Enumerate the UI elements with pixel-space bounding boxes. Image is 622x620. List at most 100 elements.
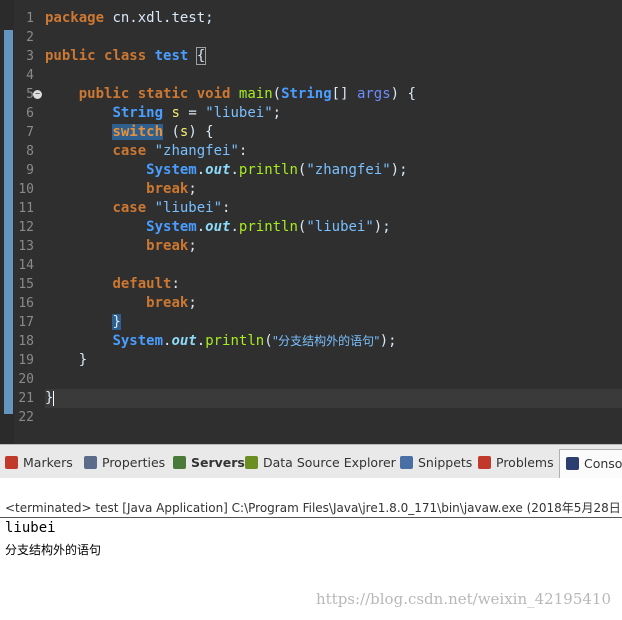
tab-markers[interactable]: Markers xyxy=(5,453,73,473)
line-number: 18 xyxy=(18,334,34,349)
code-token: System xyxy=(146,162,197,178)
line-number: 6 xyxy=(26,106,34,121)
line-number: 2 xyxy=(26,30,34,45)
data-source-icon xyxy=(245,456,258,469)
code-token: break xyxy=(146,238,189,254)
code-token: = xyxy=(179,105,206,121)
console-output-line: 分支结构外的语句 xyxy=(5,543,102,557)
code-line: switch (s) { xyxy=(45,123,622,142)
tab-console[interactable]: Console xyxy=(559,449,622,478)
problems-icon xyxy=(478,456,491,469)
line-number: 12 xyxy=(18,220,34,235)
change-marker-strip xyxy=(4,30,13,414)
tab-label: Servers xyxy=(191,455,245,470)
fold-collapse-icon[interactable]: − xyxy=(33,90,42,99)
tab-label: Properties xyxy=(102,455,166,470)
code-token: "分支结构外的语句" xyxy=(272,334,380,348)
line-number: 8 xyxy=(26,144,34,159)
tab-label: Snippets xyxy=(418,455,473,470)
line-number: 5 xyxy=(26,87,34,102)
tab-label: Data Source Explorer xyxy=(263,455,396,470)
code-token: "liubei" xyxy=(205,105,273,121)
bottom-view-tabs: Markers Properties Servers Data Source Expl… xyxy=(0,444,622,478)
code-line: public class test { xyxy=(45,47,622,66)
line-number: 20 xyxy=(18,372,34,387)
code-line: package cn.xdl.test; xyxy=(45,9,622,28)
code-token: switch xyxy=(112,124,164,140)
tab-servers[interactable]: Servers xyxy=(173,453,245,473)
line-number: 17 xyxy=(18,315,34,330)
code-token: : xyxy=(222,200,231,216)
code-token: : xyxy=(238,143,248,159)
code-token: ( xyxy=(272,86,282,102)
code-line: break; xyxy=(45,294,622,313)
code-token: "liubei" xyxy=(306,219,374,235)
code-token: args xyxy=(356,86,391,102)
console-view[interactable]: <terminated> test [Java Application] C:\… xyxy=(0,478,622,620)
code-token: . xyxy=(196,333,206,349)
code-token: test xyxy=(154,48,189,64)
code-line: System.out.println("liubei"); xyxy=(45,218,622,237)
line-number: 21 xyxy=(18,391,34,406)
code-token: cn.xdl.test; xyxy=(104,10,214,26)
code-token: out xyxy=(205,219,231,235)
code-token: public xyxy=(45,48,96,64)
code-token: "liubei" xyxy=(154,200,223,216)
code-token: case xyxy=(112,200,147,216)
code-token: : xyxy=(171,276,180,292)
code-line: break; xyxy=(45,180,622,199)
tab-data-source-explorer[interactable]: Data Source Explorer xyxy=(245,453,396,473)
code-token: "zhangfei" xyxy=(306,162,391,178)
code-editor[interactable]: 1 2 3 4 5 6 7 8 9 10 11 12 13 14 15 16 17 18 19 20 21 22 pack… xyxy=(0,0,622,444)
tab-label: Problems xyxy=(496,455,554,470)
tab-snippets[interactable]: Snippets xyxy=(400,453,472,473)
code-token: class xyxy=(104,48,147,64)
code-token: . xyxy=(230,219,239,235)
code-token: ; xyxy=(188,238,197,254)
tab-properties[interactable]: Properties xyxy=(84,453,165,473)
code-token: String xyxy=(281,86,332,102)
code-token: ( xyxy=(264,333,273,349)
code-line: default: xyxy=(45,275,622,294)
line-number: 11 xyxy=(18,201,34,216)
code-token: out xyxy=(205,162,231,178)
code-token: println xyxy=(205,333,265,349)
code-token: ) { xyxy=(390,86,416,102)
code-token: . xyxy=(196,219,206,235)
code-token: ); xyxy=(390,162,408,178)
line-number: 1 xyxy=(26,11,34,26)
code-line: case "liubei": xyxy=(45,199,622,218)
console-icon xyxy=(566,457,579,470)
console-status-line: <terminated> test [Java Application] C:\… xyxy=(0,498,622,518)
code-token: ; xyxy=(188,295,197,311)
code-token: public xyxy=(78,86,130,102)
tab-label: Markers xyxy=(23,455,73,470)
code-line: System.out.println("分支结构外的语句"); xyxy=(45,332,622,351)
tab-problems[interactable]: Problems xyxy=(478,453,554,473)
line-number-gutter: 1 2 3 4 5 6 7 8 9 10 11 12 13 14 15 16 17 18 19 20 21 22 xyxy=(14,0,40,444)
line-number: 3 xyxy=(26,49,34,64)
servers-icon xyxy=(173,456,186,469)
line-number: 7 xyxy=(26,125,34,140)
code-token: default xyxy=(112,276,172,292)
line-number: 22 xyxy=(18,410,34,425)
code-token: . xyxy=(196,162,206,178)
overview-ruler xyxy=(0,0,14,444)
code-line: String s = "liubei"; xyxy=(45,104,622,123)
code-token: break xyxy=(146,295,189,311)
